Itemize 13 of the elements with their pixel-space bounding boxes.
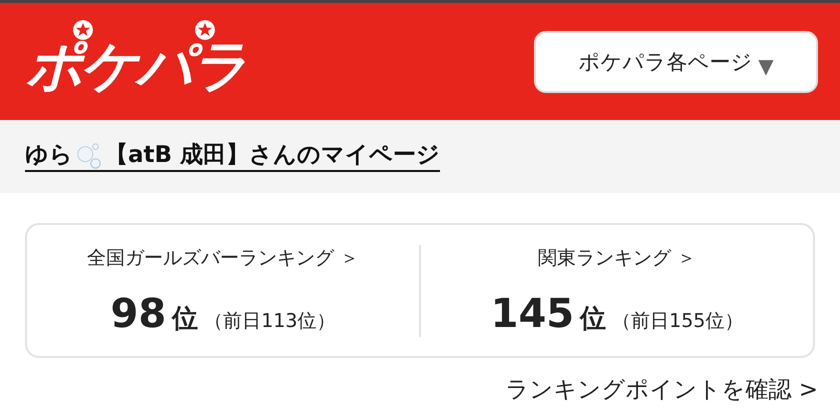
- rank-unit: 位: [580, 302, 606, 336]
- bubbles-icon: [75, 142, 103, 170]
- rank-unit: 位: [172, 302, 198, 336]
- ranking-link[interactable]: 全国ガールズバーランキング ＞: [86, 244, 360, 270]
- previous-rank: （前日113位）: [204, 308, 336, 334]
- caret-icon: ▼: [758, 54, 774, 78]
- page-menu-dropdown[interactable]: ポケパラ各ページ ▼: [534, 30, 818, 92]
- previous-rank: （前日155位）: [612, 308, 744, 334]
- rank-number: 145: [490, 290, 574, 336]
- ranking-link[interactable]: 関東ランキング ＞: [538, 244, 696, 270]
- ranking-points-link[interactable]: ランキングポイントを確認 >: [505, 374, 818, 405]
- logo[interactable]: ポケパラ: [26, 16, 246, 94]
- rank-number: 98: [110, 290, 166, 336]
